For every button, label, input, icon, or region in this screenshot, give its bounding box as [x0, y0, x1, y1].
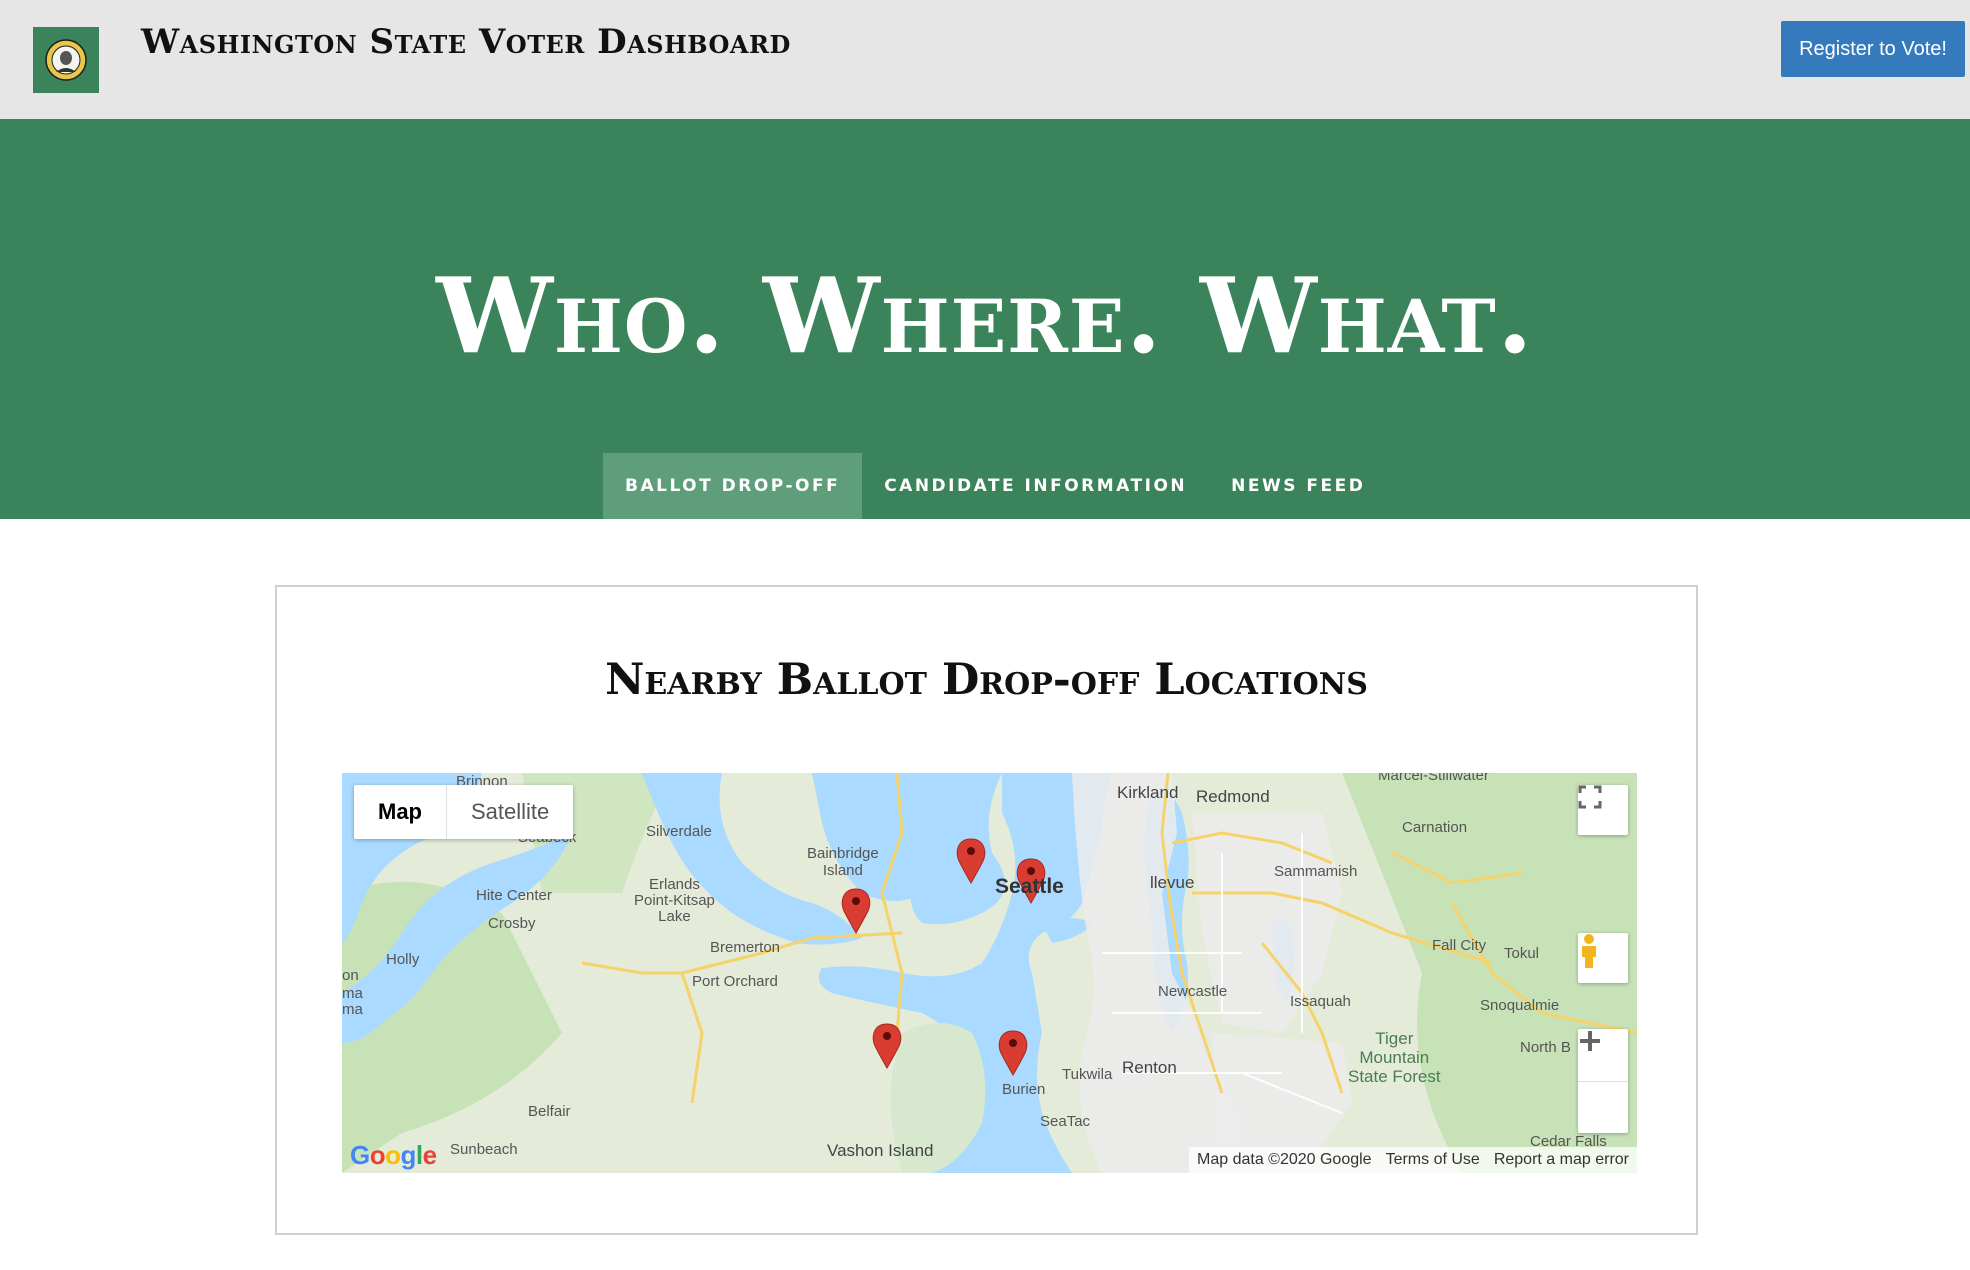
map-label-crosby: Crosby: [488, 915, 536, 932]
map-label-edge-on: on: [342, 967, 359, 984]
map-label-fall-city: Fall City: [1432, 937, 1487, 954]
map-label-sammamish: Sammamish: [1274, 863, 1358, 880]
hero-banner: Who. Where. What. BALLOT DROP-OFF CANDID…: [0, 119, 1970, 519]
map-label-edge-ma-2: ma: [342, 1001, 363, 1018]
map-label-tiger-mountain: Tiger Mountain State Forest: [1348, 1029, 1441, 1086]
seal-icon: [45, 39, 87, 81]
map-type-control: Map Satellite: [354, 785, 574, 839]
map-label-silverdale: Silverdale: [646, 823, 712, 840]
map-label-newcastle: Newcastle: [1158, 983, 1228, 1000]
map-label-bremerton: Bremerton: [710, 939, 781, 956]
map-label-burien: Burien: [1002, 1081, 1046, 1098]
fullscreen-button[interactable]: [1578, 785, 1628, 835]
fullscreen-icon: [1578, 785, 1602, 809]
map-label-seattle: Seattle: [995, 875, 1064, 898]
map-attribution: Map data ©2020 Google: [1197, 1151, 1372, 1168]
zoom-control: [1578, 1029, 1628, 1133]
tab-ballot-drop-off[interactable]: BALLOT DROP-OFF: [603, 453, 863, 519]
map-label-holly: Holly: [386, 951, 420, 968]
map-label-seatac: SeaTac: [1040, 1113, 1091, 1130]
tab-news-feed[interactable]: NEWS FEED: [1209, 453, 1387, 519]
map-label-erlands-point: Erlands Point-Kitsap Lake: [634, 876, 715, 925]
street-view-pegman[interactable]: [1578, 933, 1628, 983]
map-label-bainbridge-island: Bainbridge Island: [807, 845, 879, 879]
tab-candidate-information[interactable]: CANDIDATE INFORMATION: [862, 453, 1209, 519]
site-title: Washington State Voter Dashboard: [141, 22, 791, 62]
map-label-north-bend: North B: [1520, 1039, 1571, 1056]
pegman-icon: [1582, 934, 1596, 968]
minus-icon: [1580, 1039, 1600, 1043]
map-type-map-button[interactable]: Map: [354, 785, 447, 839]
map-label-edge-ma: ma: [342, 985, 363, 1002]
map-label-redmond: Redmond: [1196, 787, 1270, 806]
map-type-satellite-button[interactable]: Satellite: [447, 785, 573, 839]
map-label-belfair: Belfair: [528, 1103, 571, 1120]
register-to-vote-button[interactable]: Register to Vote!: [1781, 21, 1965, 77]
map-label-carnation: Carnation: [1402, 819, 1468, 836]
map-label-snoqualmie: Snoqualmie: [1480, 997, 1560, 1014]
hero-title: Who. Where. What.: [436, 254, 1534, 377]
map-label-vashon-island: Vashon Island: [827, 1141, 934, 1160]
map-label-tokul: Tokul: [1504, 945, 1540, 962]
map-label-tukwila: Tukwila: [1062, 1066, 1113, 1083]
google-map[interactable]: Seattle Kirkland Redmond llevue Renton T…: [342, 773, 1637, 1173]
top-bar: Washington State Voter Dashboard Registe…: [0, 0, 1970, 119]
map-label-bellevue: llevue: [1150, 873, 1195, 892]
terms-of-use-link[interactable]: Terms of Use: [1386, 1151, 1480, 1169]
map-label-kirkland: Kirkland: [1117, 783, 1179, 802]
map-label-hite-center: Hite Center: [476, 887, 552, 904]
report-map-error-link[interactable]: Report a map error: [1494, 1151, 1629, 1169]
map-label-marcel-stillwater: Marcel-Stillwater: [1378, 773, 1489, 784]
nav-tabs: BALLOT DROP-OFF CANDIDATE INFORMATION NE…: [603, 453, 1387, 519]
map-label-issaquah: Issaquah: [1290, 993, 1351, 1010]
google-logo[interactable]: Google: [350, 1140, 437, 1171]
card-title: Nearby Ballot Drop-off Locations: [605, 655, 1368, 705]
drop-off-card: Nearby Ballot Drop-off Locations Seattle…: [275, 585, 1698, 1235]
state-seal-logo[interactable]: [33, 27, 99, 93]
map-footer: Map data ©2020 Google Terms of Use Repor…: [1189, 1147, 1637, 1173]
map-label-sunbeach: Sunbeach: [450, 1141, 518, 1158]
map-label-renton: Renton: [1122, 1058, 1177, 1077]
zoom-out-button[interactable]: [1578, 1039, 1628, 1134]
map-label-port-orchard: Port Orchard: [692, 973, 778, 990]
